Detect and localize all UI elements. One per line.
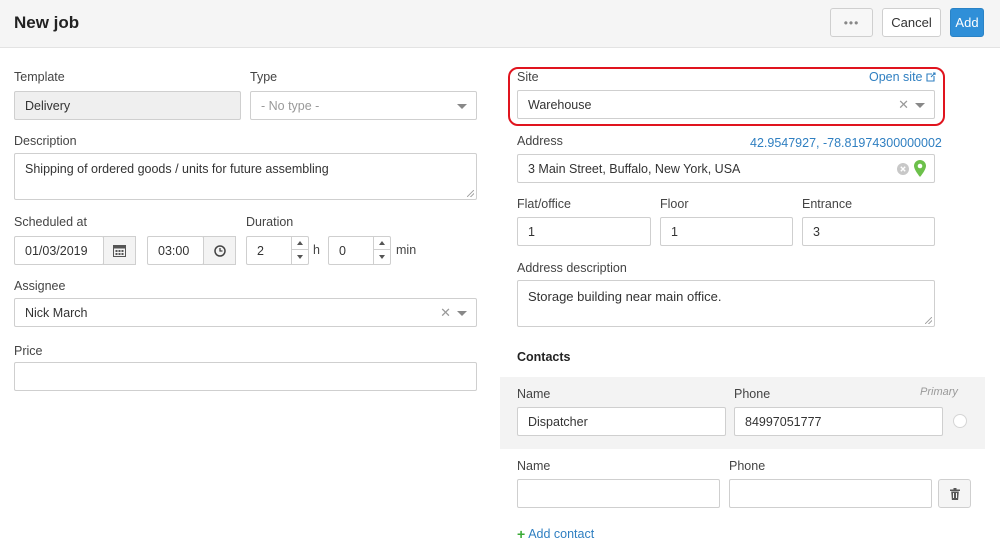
description-label: Description xyxy=(14,134,77,148)
price-input[interactable] xyxy=(14,362,477,391)
contact-name-input[interactable]: Dispatcher xyxy=(517,407,726,436)
contact-name-value: Dispatcher xyxy=(528,414,588,429)
primary-radio[interactable] xyxy=(953,414,967,428)
chevron-down-icon xyxy=(457,104,467,109)
contact-phone-input[interactable] xyxy=(729,479,932,508)
chevron-down-icon xyxy=(457,311,467,316)
contact-phone-label: Phone xyxy=(734,387,771,401)
calendar-icon xyxy=(113,245,126,257)
clear-circle-icon[interactable] xyxy=(897,163,909,175)
assignee-select[interactable]: Nick March ✕ xyxy=(14,298,477,327)
entrance-value: 3 xyxy=(813,224,820,239)
calendar-button[interactable] xyxy=(103,236,136,265)
type-label: Type xyxy=(250,70,278,84)
contact-name-label: Name xyxy=(517,387,551,401)
contact-phone-value: 84997051777 xyxy=(745,414,822,429)
entrance-label: Entrance xyxy=(802,197,853,211)
address-description-textarea[interactable]: Storage building near main office. xyxy=(517,280,935,327)
hours-value: 2 xyxy=(257,243,264,258)
add-contact-link[interactable]: + Add contact xyxy=(517,526,594,542)
contacts-title: Contacts xyxy=(517,350,571,364)
time-value: 03:00 xyxy=(158,243,190,258)
minutes-spinner[interactable] xyxy=(373,236,390,265)
add-contact-label: Add contact xyxy=(528,527,595,541)
floor-input[interactable]: 1 xyxy=(660,217,793,246)
primary-label: Primary xyxy=(920,386,958,398)
date-value: 01/03/2019 xyxy=(25,243,88,258)
duration-label: Duration xyxy=(246,215,294,229)
decrement-icon[interactable] xyxy=(292,250,308,264)
template-label: Template xyxy=(14,70,65,84)
hours-unit: h xyxy=(313,243,320,257)
header-bar: New job ••• Cancel Add xyxy=(0,0,1000,48)
flat-value: 1 xyxy=(528,224,535,239)
flat-input[interactable]: 1 xyxy=(517,217,651,246)
contact-phone-input[interactable]: 84997051777 xyxy=(734,407,943,436)
description-textarea[interactable]: Shipping of ordered goods / units for fu… xyxy=(14,153,477,200)
time-input[interactable]: 03:00 xyxy=(147,236,204,265)
clear-icon[interactable]: ✕ xyxy=(440,305,451,321)
contact-phone-label: Phone xyxy=(729,459,766,473)
hours-stepper[interactable]: 2 xyxy=(246,236,309,265)
increment-icon[interactable] xyxy=(292,236,308,250)
type-placeholder: - No type - xyxy=(261,98,320,113)
resize-handle-icon[interactable] xyxy=(925,317,932,324)
address-description-value: Storage building near main office. xyxy=(528,289,722,304)
clock-button[interactable] xyxy=(203,236,236,265)
address-description-label: Address description xyxy=(517,261,627,275)
address-input[interactable]: 3 Main Street, Buffalo, New York, USA xyxy=(517,154,935,183)
plus-icon: + xyxy=(517,526,526,542)
minutes-value: 0 xyxy=(339,243,346,258)
contact-name-input[interactable] xyxy=(517,479,720,508)
floor-label: Floor xyxy=(660,197,689,211)
increment-icon[interactable] xyxy=(374,236,390,250)
delete-contact-button[interactable] xyxy=(938,479,971,508)
minutes-stepper[interactable]: 0 xyxy=(328,236,391,265)
page-title: New job xyxy=(14,13,80,32)
hours-spinner[interactable] xyxy=(291,236,308,265)
description-value: Shipping of ordered goods / units for fu… xyxy=(25,162,329,176)
address-value: 3 Main Street, Buffalo, New York, USA xyxy=(528,161,741,176)
assignee-label: Assignee xyxy=(14,279,66,293)
site-highlight xyxy=(508,67,945,126)
minutes-unit: min xyxy=(396,243,417,257)
assignee-value: Nick March xyxy=(25,305,88,320)
more-button[interactable]: ••• xyxy=(830,8,873,37)
contact-name-label: Name xyxy=(517,459,551,473)
template-value: Delivery xyxy=(25,98,71,113)
entrance-input[interactable]: 3 xyxy=(802,217,935,246)
floor-value: 1 xyxy=(671,224,678,239)
address-label: Address xyxy=(517,134,563,148)
price-label: Price xyxy=(14,344,43,358)
flat-label: Flat/office xyxy=(517,197,571,211)
cancel-button[interactable]: Cancel xyxy=(882,8,941,37)
map-pin-icon[interactable] xyxy=(914,160,926,177)
template-field: Delivery xyxy=(14,91,241,120)
resize-handle-icon[interactable] xyxy=(467,190,474,197)
date-input[interactable]: 01/03/2019 xyxy=(14,236,104,265)
add-button[interactable]: Add xyxy=(950,8,984,37)
trash-icon xyxy=(949,487,960,500)
coordinates-link[interactable]: 42.9547927, -78.81974300000002 xyxy=(750,136,942,150)
clock-icon xyxy=(213,244,226,257)
decrement-icon[interactable] xyxy=(374,250,390,264)
type-select[interactable]: - No type - xyxy=(250,91,477,120)
scheduled-label: Scheduled at xyxy=(14,215,87,229)
